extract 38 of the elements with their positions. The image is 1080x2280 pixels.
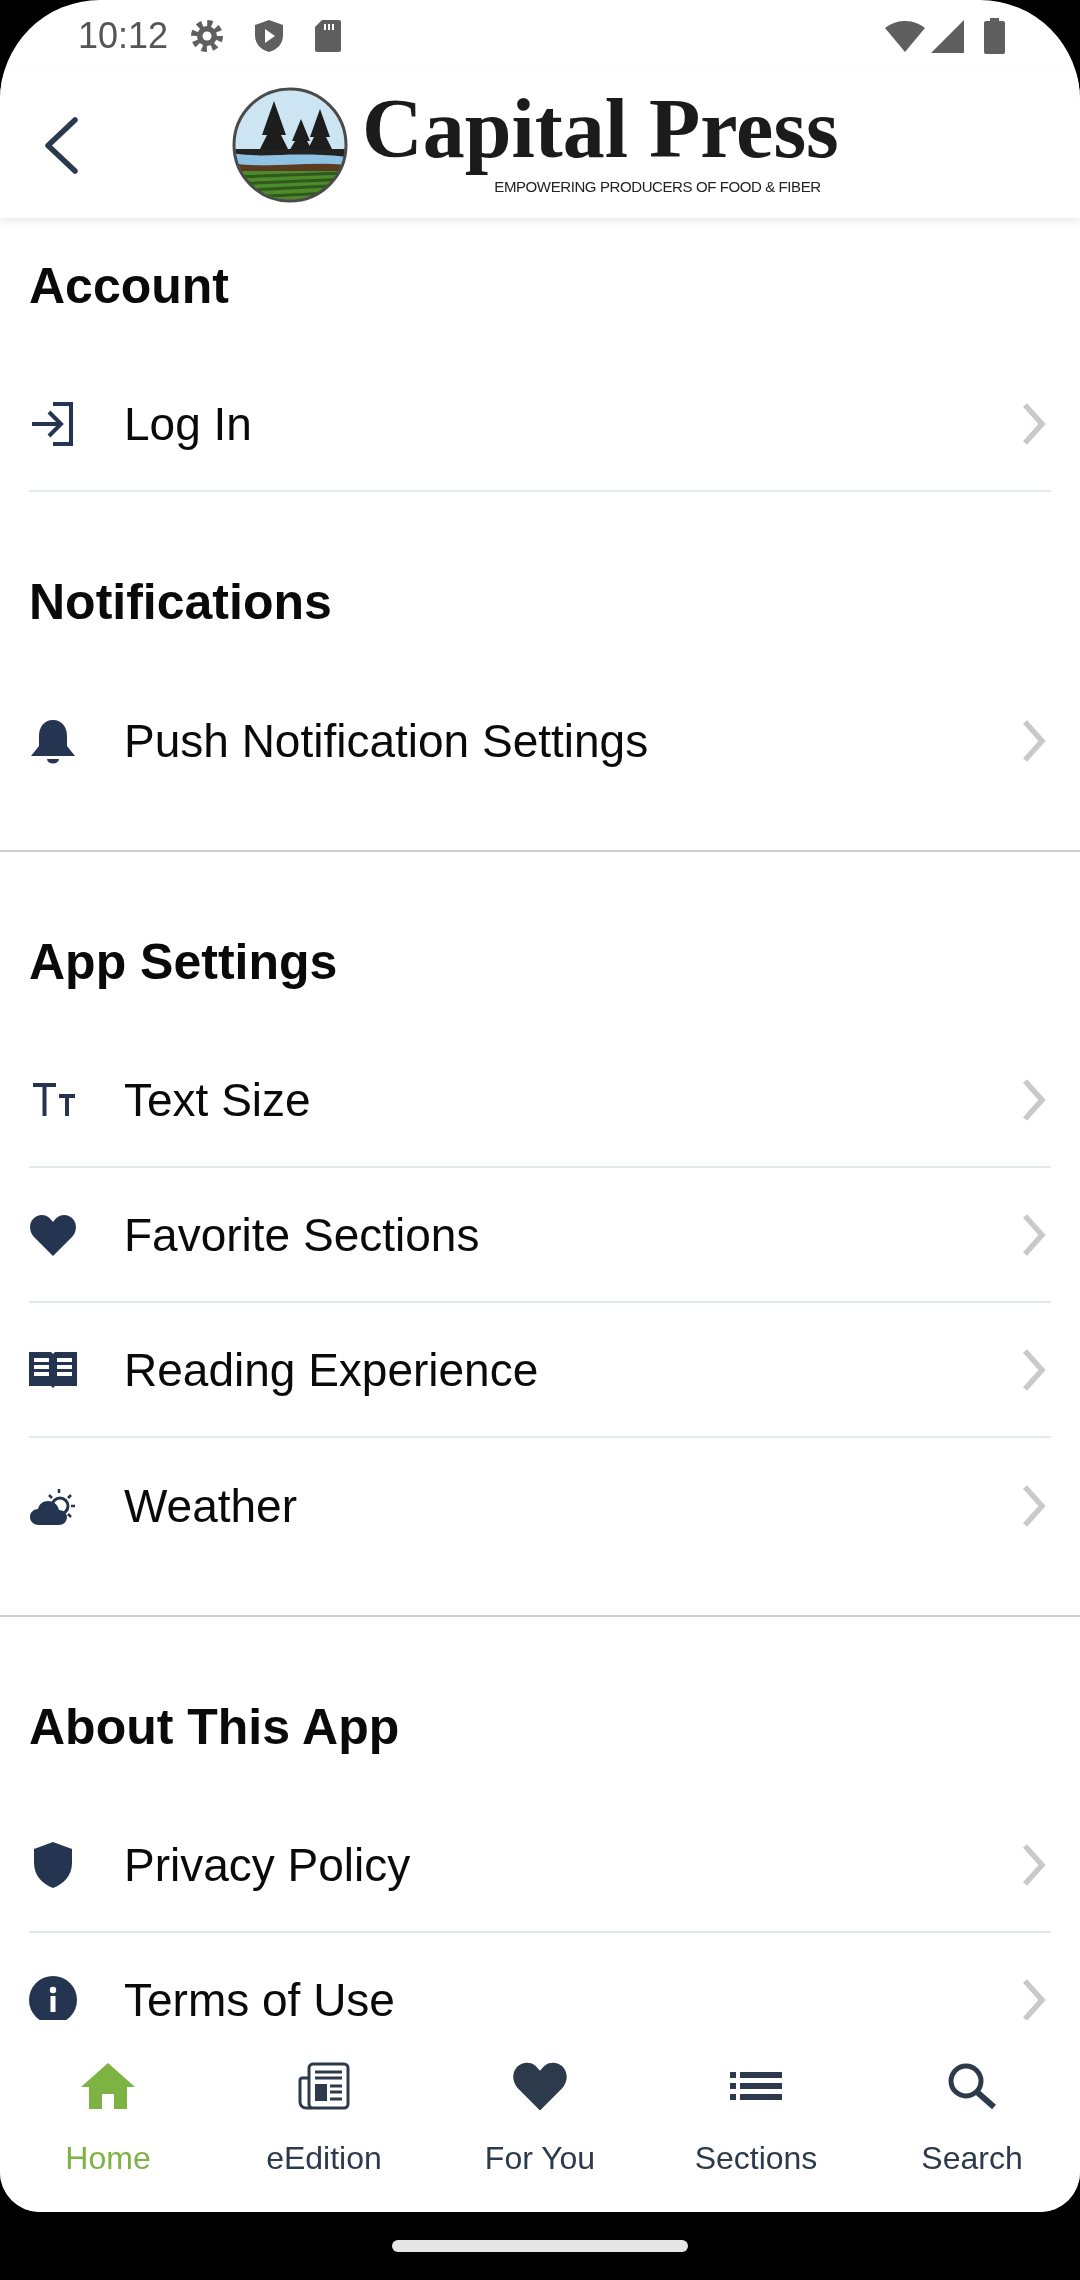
logo-title: Capital Press	[362, 81, 839, 177]
shield-icon	[33, 1840, 73, 1889]
gear-icon	[190, 19, 225, 53]
settings-item[interactable]: Text Size	[29, 1033, 1051, 1168]
settings-item[interactable]: Push Notification Settings	[29, 673, 1051, 808]
newspaper-icon	[298, 2062, 350, 2110]
list-icon	[730, 2072, 782, 2100]
settings-item[interactable]: Log In	[29, 357, 1051, 492]
text-size-icon	[30, 1083, 76, 1116]
settings-item[interactable]: Weather	[29, 1438, 1051, 1573]
sign-in-icon	[31, 400, 75, 447]
nav-tab[interactable]: eEdition	[216, 2020, 432, 2212]
shield-play-icon	[254, 19, 285, 53]
section-heading: Account	[29, 257, 230, 316]
nav-tab[interactable]: For You	[432, 2020, 648, 2212]
landscape-emblem-icon	[232, 87, 348, 203]
search-icon	[947, 2063, 997, 2109]
wifi-icon	[885, 20, 925, 52]
heart-icon	[512, 2061, 568, 2111]
logo-tagline: EMPOWERING PRODUCERS OF FOOD & FIBER	[494, 178, 821, 195]
settings-item[interactable]: Reading Experience	[29, 1303, 1051, 1438]
battery-icon	[984, 18, 1005, 54]
cloud-sun-icon	[30, 1486, 76, 1525]
nav-tab[interactable]: Search	[864, 2020, 1080, 2212]
clock-time: 10:12	[78, 18, 169, 54]
sd-card-icon	[314, 19, 343, 53]
nav-tab[interactable]: Sections	[648, 2020, 864, 2212]
chevron-left-icon	[43, 116, 79, 174]
section-heading: Notifications	[29, 573, 333, 632]
section-heading: About This App	[29, 1698, 401, 1757]
signal-icon	[931, 19, 964, 53]
bell-icon	[29, 717, 77, 764]
book-icon	[29, 1351, 77, 1388]
section-heading: App Settings	[29, 933, 339, 992]
settings-item[interactable]: Privacy Policy	[29, 1798, 1051, 1933]
settings-item[interactable]: Favorite Sections	[29, 1168, 1051, 1303]
heart-icon	[29, 1213, 77, 1256]
home-icon	[80, 2062, 136, 2110]
